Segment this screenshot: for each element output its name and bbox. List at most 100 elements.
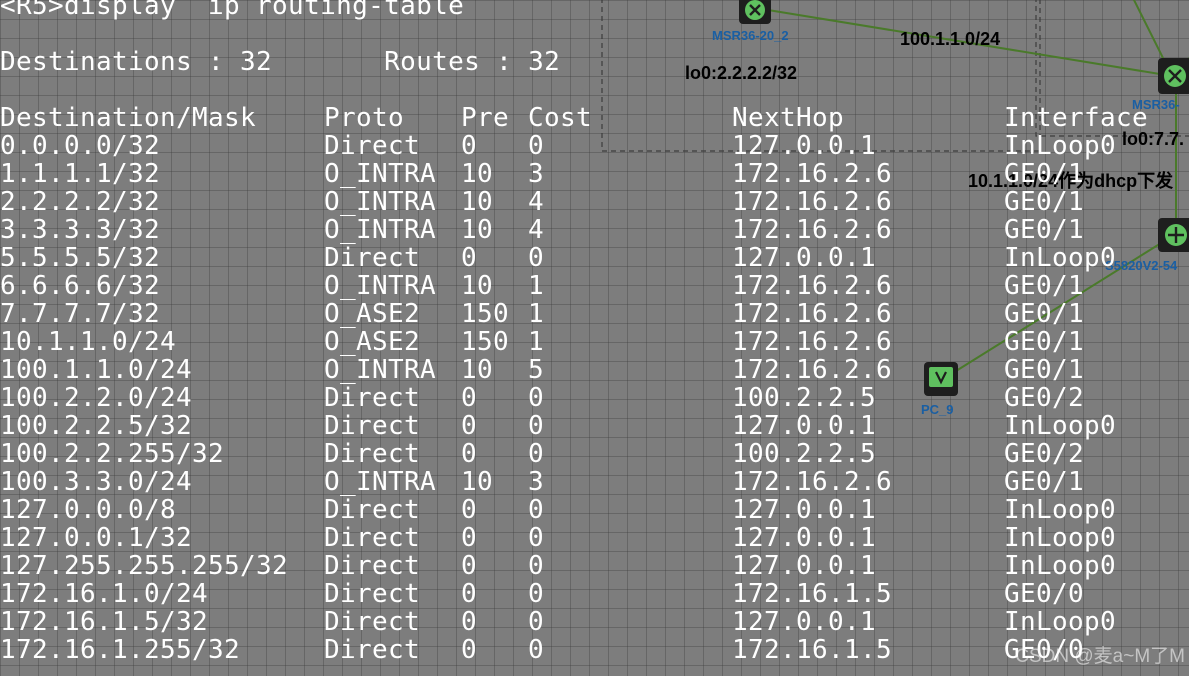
cost-cell: 4	[528, 215, 545, 245]
interface-cell: GE0/2	[1004, 383, 1085, 413]
cost-cell: 1	[528, 271, 545, 301]
destination-cell: 100.1.1.0/24	[0, 355, 193, 385]
interface-cell: GE0/1	[1004, 159, 1085, 189]
destination-cell: 127.0.0.0/8	[0, 495, 177, 525]
pre-cell: 0	[461, 551, 478, 581]
proto-cell: Direct	[324, 439, 421, 469]
watermark: CSDN @麦a~M了M	[1015, 646, 1185, 667]
column-header-pre: Pre	[461, 103, 510, 133]
pre-cell: 10	[461, 271, 494, 301]
interface-cell: InLoop0	[1004, 523, 1117, 553]
proto-cell: Direct	[324, 243, 421, 273]
proto-cell: Direct	[324, 635, 421, 665]
destination-cell: 100.2.2.255/32	[0, 439, 225, 469]
nexthop-cell: 172.16.2.6	[732, 467, 893, 497]
cost-cell: 0	[528, 411, 545, 441]
nexthop-cell: 127.0.0.1	[732, 607, 877, 637]
pre-cell: 0	[461, 607, 478, 637]
pre-cell: 0	[461, 383, 478, 413]
destination-cell: 172.16.1.5/32	[0, 607, 209, 637]
pre-cell: 10	[461, 187, 494, 217]
loopback-label-router-a: lo0:2.2.2.2/32	[685, 63, 798, 83]
destination-cell: 100.2.2.0/24	[0, 383, 193, 413]
interface-cell: GE0/1	[1004, 355, 1085, 385]
pre-cell: 0	[461, 635, 478, 665]
destination-cell: 100.2.2.5/32	[0, 411, 193, 441]
pre-cell: 0	[461, 411, 478, 441]
nexthop-cell: 127.0.0.1	[732, 411, 877, 441]
nexthop-cell: 172.16.2.6	[732, 215, 893, 245]
proto-cell: O_ASE2	[324, 299, 421, 329]
router-icon[interactable]	[1158, 58, 1189, 94]
interface-cell: InLoop0	[1004, 131, 1117, 161]
nexthop-cell: 100.2.2.5	[732, 439, 877, 469]
nexthop-cell: 127.0.0.1	[732, 131, 877, 161]
interface-cell: GE0/1	[1004, 215, 1085, 245]
nexthop-cell: 172.16.2.6	[732, 271, 893, 301]
link-network-label: 100.1.1.0/24	[900, 29, 1001, 49]
cost-cell: 0	[528, 551, 545, 581]
route-summary: Destinations : 32 Routes : 32	[0, 47, 561, 77]
pre-cell: 0	[461, 131, 478, 161]
destination-cell: 10.1.1.0/24	[0, 327, 177, 357]
column-header-proto: Proto	[324, 103, 405, 133]
pre-cell: 10	[461, 467, 494, 497]
nexthop-cell: 100.2.2.5	[732, 383, 877, 413]
cost-cell: 3	[528, 467, 545, 497]
cost-cell: 0	[528, 243, 545, 273]
column-header-destination: Destination/Mask	[0, 103, 257, 133]
interface-cell: InLoop0	[1004, 607, 1117, 637]
cost-cell: 1	[528, 327, 545, 357]
pre-cell: 0	[461, 439, 478, 469]
nexthop-cell: 172.16.2.6	[732, 159, 893, 189]
switch-icon[interactable]	[1158, 218, 1189, 252]
nexthop-cell: 172.16.1.5	[732, 635, 893, 665]
pre-cell: 0	[461, 579, 478, 609]
proto-cell: Direct	[324, 523, 421, 553]
cost-cell: 0	[528, 523, 545, 553]
interface-cell: InLoop0	[1004, 495, 1117, 525]
pre-cell: 0	[461, 243, 478, 273]
destination-cell: 127.0.0.1/32	[0, 523, 193, 553]
proto-cell: Direct	[324, 495, 421, 525]
destination-cell: 6.6.6.6/32	[0, 271, 161, 301]
command-line: <R5>display ip routing-table	[0, 0, 465, 21]
proto-cell: Direct	[324, 383, 421, 413]
cost-cell: 0	[528, 579, 545, 609]
router-icon[interactable]	[739, 0, 771, 24]
device-label-router-a: MSR36-20_2	[712, 28, 789, 43]
pre-cell: 10	[461, 355, 494, 385]
column-header-nexthop: NextHop	[732, 103, 845, 133]
cost-cell: 4	[528, 187, 545, 217]
pc-icon[interactable]	[924, 362, 958, 396]
proto-cell: O_INTRA	[324, 187, 437, 217]
nexthop-cell: 172.16.2.6	[732, 327, 893, 357]
proto-cell: Direct	[324, 551, 421, 581]
cost-cell: 0	[528, 495, 545, 525]
destination-cell: 172.16.1.255/32	[0, 635, 241, 665]
nexthop-cell: 172.16.1.5	[732, 579, 893, 609]
interface-cell: GE0/1	[1004, 327, 1085, 357]
cost-cell: 1	[528, 299, 545, 329]
nexthop-cell: 127.0.0.1	[732, 523, 877, 553]
destination-cell: 1.1.1.1/32	[0, 159, 161, 189]
destination-cell: 5.5.5.5/32	[0, 243, 161, 273]
destination-cell: 7.7.7.7/32	[0, 299, 161, 329]
cost-cell: 0	[528, 635, 545, 665]
column-header-interface: Interface	[1004, 103, 1149, 133]
interface-cell: GE0/1	[1004, 271, 1085, 301]
proto-cell: O_ASE2	[324, 327, 421, 357]
interface-cell: InLoop0	[1004, 411, 1117, 441]
cost-cell: 5	[528, 355, 545, 385]
nexthop-cell: 127.0.0.1	[732, 551, 877, 581]
destination-cell: 172.16.1.0/24	[0, 579, 209, 609]
pre-cell: 10	[461, 159, 494, 189]
device-label-pc: PC_9	[921, 402, 954, 417]
destination-cell: 3.3.3.3/32	[0, 215, 161, 245]
interface-cell: InLoop0	[1004, 551, 1117, 581]
destination-cell: 2.2.2.2/32	[0, 187, 161, 217]
proto-cell: Direct	[324, 131, 421, 161]
interface-cell: GE0/1	[1004, 299, 1085, 329]
pre-cell: 0	[461, 495, 478, 525]
nexthop-cell: 172.16.2.6	[732, 187, 893, 217]
